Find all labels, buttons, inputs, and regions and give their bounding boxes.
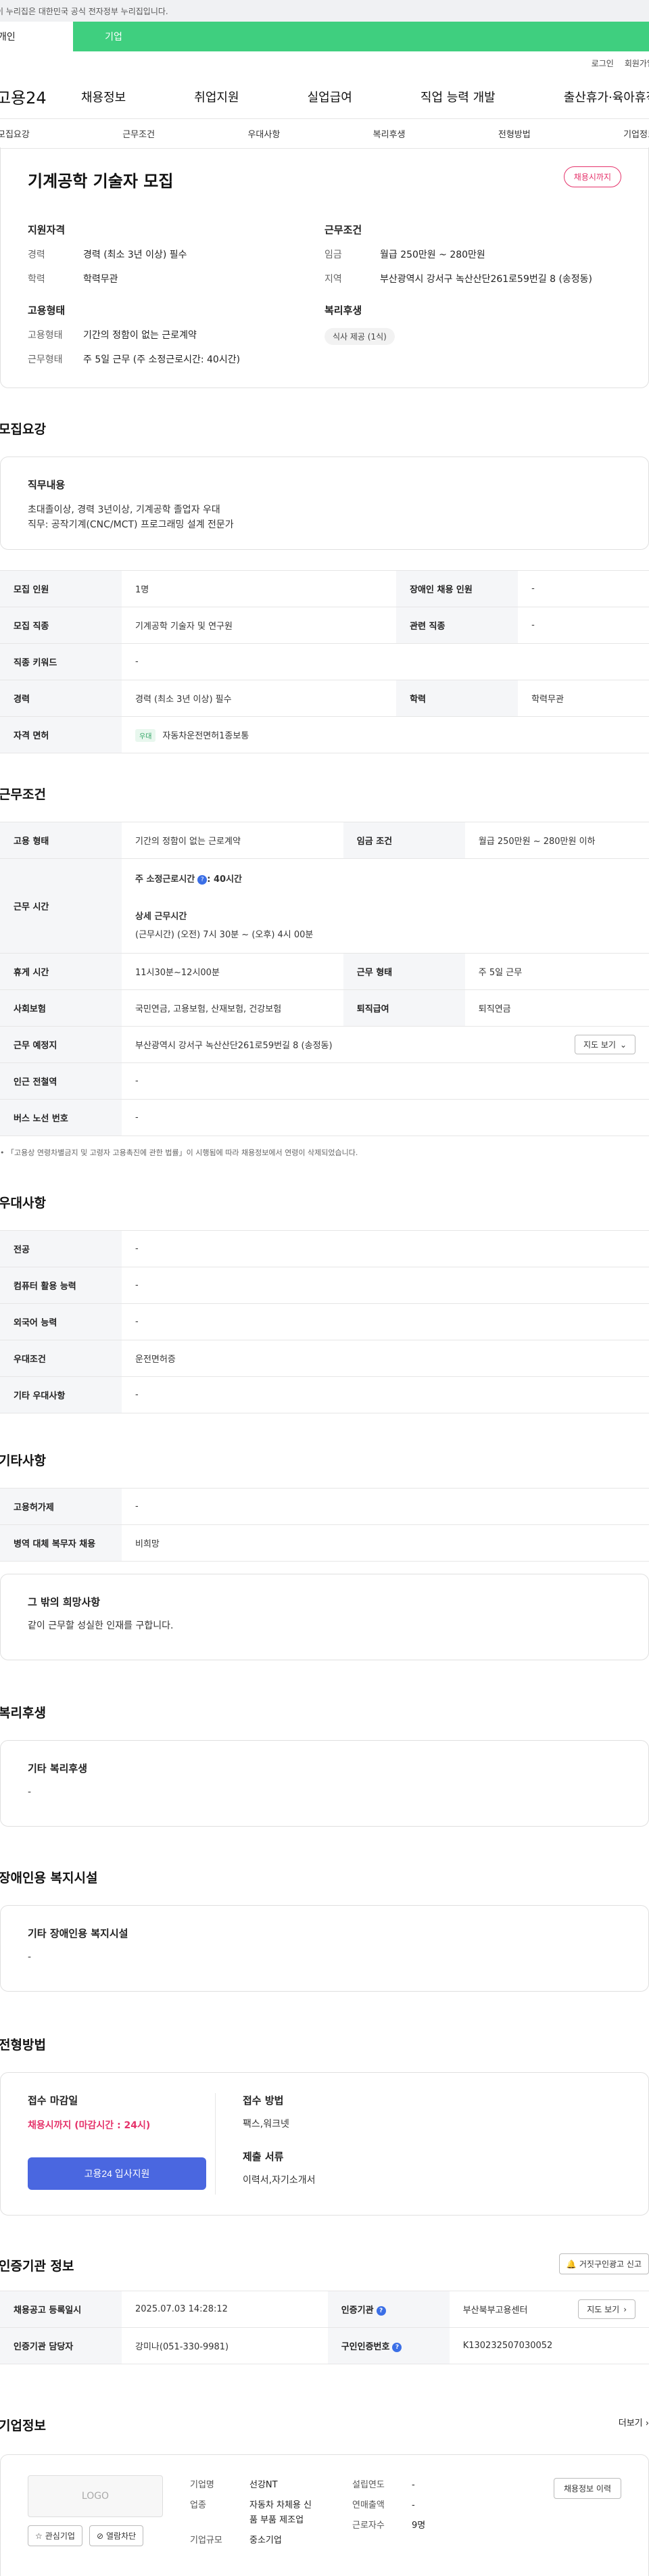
help-icon[interactable]: ? <box>197 874 208 885</box>
user-tabs: 개인 기업 <box>0 22 649 51</box>
anchor-welfare[interactable]: 복리후생 <box>373 127 406 140</box>
gov-banner: 이 누리집은 대한민국 공식 전자정부 누리집입니다. <box>0 0 649 22</box>
help-icon[interactable]: ? <box>392 2342 402 2352</box>
help-icon[interactable]: ? <box>376 2305 386 2316</box>
util-links: 로그인 회원가입 <box>0 51 649 74</box>
block-icon: ⊘ <box>96 2531 103 2541</box>
login-link[interactable]: 로그인 <box>592 57 614 69</box>
welfare-section: 복리후생 기타 복리후생 - <box>0 1703 649 1827</box>
recruit-table: 모집 인원 1명 장애인 채용 인원 - 모집 직종 기계공학 기술자 및 연구원 관련 … <box>0 570 649 753</box>
gnb-item-benefit[interactable]: 실업급여 <box>308 88 352 106</box>
status-badge: 채용시까지 <box>563 166 621 187</box>
more-link[interactable]: 더보기 › <box>619 2416 649 2429</box>
anchor-recruit[interactable]: 모집요강 <box>0 127 30 140</box>
welfare-title: 복리후생 <box>0 1706 46 1720</box>
work-title: 근무조건 <box>0 787 46 802</box>
gnb-item-leave[interactable]: 출산휴가·육아휴직 <box>564 88 649 106</box>
star-icon: ☆ <box>35 2531 43 2541</box>
alarm-icon: 🔔 <box>566 2259 577 2269</box>
org-map-button[interactable]: 지도 보기 › <box>578 2299 635 2319</box>
favorite-button[interactable]: ☆ 관심기업 <box>28 2525 82 2546</box>
cert-section: 인증기관 정보 🔔 거짓구인광고 신고 채용공고 등록일시 2025.07.03 1… <box>0 2253 649 2364</box>
report-button[interactable]: 🔔 거짓구인광고 신고 <box>558 2253 649 2274</box>
tab-company[interactable]: 기업 <box>73 22 154 51</box>
gnb-item-support[interactable]: 취업지원 <box>194 88 239 106</box>
job-title: 기계공학 기술자 모집 <box>28 172 174 191</box>
cert-table: 채용공고 등록일시 2025.07.03 14:28:12 인증기관? 부산북부고… <box>0 2291 649 2364</box>
anchor-nav: 모집요강 근무조건 우대사항 복리후생 전형방법 기업정보 <box>0 119 649 149</box>
welfare-box: 기타 복리후생 - <box>0 1740 649 1827</box>
selection-title: 전형방법 <box>0 2038 46 2053</box>
chevron-right-icon: › <box>623 2304 627 2314</box>
welfare-chip: 식사 제공 (1식) <box>324 328 395 345</box>
gnb-item-training[interactable]: 직업 능력 개발 <box>420 88 496 106</box>
disabled-title: 장애인용 복지시설 <box>0 1871 98 1886</box>
emp-heading: 고용형태 <box>28 304 66 317</box>
signup-link[interactable]: 회원가입 <box>625 57 649 69</box>
selection-box: 접수 마감일 채용시까지 (마감시간 : 24시) 고용24 입사지원 접수 방… <box>0 2072 649 2216</box>
welfare-heading: 복리후생 <box>324 304 362 317</box>
disabled-section: 장애인용 복지시설 기타 장애인용 복지시설 - <box>0 1868 649 1992</box>
block-button[interactable]: ⊘ 열람차단 <box>89 2525 144 2546</box>
company-box: LOGO ☆ 관심기업 ⊘ 열람차단 기업명 선강NT 업종 자동차 차체용 신품 부품… <box>0 2454 649 2576</box>
pref-section: 우대사항 전공 - 컴퓨터 활용 능력 - 외국어 능력 - 우대조건 운전면허증 기타… <box>0 1193 649 1413</box>
anchor-company[interactable]: 기업정보 <box>623 127 649 140</box>
hope-box: 그 밖의 희망사항 같이 근무할 성실한 인재를 구합니다. <box>0 1574 649 1660</box>
selection-section: 전형방법 접수 마감일 채용시까지 (마감시간 : 24시) 고용24 입사지원… <box>0 2035 649 2216</box>
qual-heading: 지원자격 <box>28 224 66 236</box>
summary-card: 기계공학 기술자 모집 채용시까지 지원자격 경력 경력 (최소 3년 이상) 필… <box>0 147 649 388</box>
anchor-selection[interactable]: 전형방법 <box>498 127 531 140</box>
pref-title: 우대사항 <box>0 1196 46 1211</box>
chevron-right-icon: › <box>645 2418 649 2429</box>
etc-section: 기타사항 고용허가제 - 병역 대체 복무자 채용 비희망 그 밖의 희망사항 같이… <box>0 1451 649 1660</box>
etc-title: 기타사항 <box>0 1453 46 1468</box>
work-section: 근무조건 고용 형태 기간의 정함이 없는 근로계약 임금 조건 월급 250만원 ~… <box>0 784 649 1158</box>
disabled-box: 기타 장애인용 복지시설 - <box>0 1905 649 1992</box>
etc-table: 고용허가제 - 병역 대체 복무자 채용 비희망 <box>0 1488 649 1562</box>
anchor-work[interactable]: 근무조건 <box>122 127 155 140</box>
company-title: 기업정보 <box>0 2418 46 2433</box>
duty-box: 직무내용 초대졸이상, 경력 3년이상, 기계공학 졸업자 우대 직무: 공작기… <box>0 456 649 550</box>
site-logo[interactable]: 고용24 <box>0 85 81 108</box>
apply-button[interactable]: 고용24 입사지원 <box>28 2157 206 2190</box>
work-table: 고용 형태 기간의 정함이 없는 근로계약 임금 조건 월급 250만원 ~ 280만… <box>0 822 649 1136</box>
company-section: 기업정보 더보기 › LOGO ☆ 관심기업 ⊘ 열람차단 기업명 선강NT 업종 자동… <box>0 2416 649 2576</box>
anchor-pref[interactable]: 우대사항 <box>247 127 280 140</box>
tab-personal[interactable]: 개인 <box>0 22 73 51</box>
cond-heading: 근무조건 <box>324 224 362 236</box>
recruit-title: 모집요강 <box>0 422 46 437</box>
cert-title: 인증기관 정보 <box>0 2259 74 2274</box>
pref-table: 전공 - 컴퓨터 활용 능력 - 외국어 능력 - 우대조건 운전면허증 기타 우대사항… <box>0 1230 649 1413</box>
job-history-button[interactable]: 채용정보 이력 <box>553 2478 621 2499</box>
main-nav: 고용24 채용정보 취업지원 실업급여 직업 능력 개발 출산휴가·육아휴직 <box>0 74 649 119</box>
age-note: • 「고용상 연령차별금지 및 고령자 고용촉진에 관한 법률」이 시행됨에 따… <box>0 1148 358 1157</box>
company-logo: LOGO <box>28 2475 163 2517</box>
pref-tag: 우대 <box>135 728 156 742</box>
recruit-section: 모집요강 직무내용 초대졸이상, 경력 3년이상, 기계공학 졸업자 우대 직무… <box>0 419 649 753</box>
map-button[interactable]: 지도 보기 ⌄ <box>574 1035 635 1054</box>
gnb-menu: 채용정보 취업지원 실업급여 직업 능력 개발 출산휴가·육아휴직 <box>81 88 649 106</box>
gnb-item-jobs[interactable]: 채용정보 <box>81 88 126 106</box>
chevron-down-icon: ⌄ <box>619 1039 627 1050</box>
